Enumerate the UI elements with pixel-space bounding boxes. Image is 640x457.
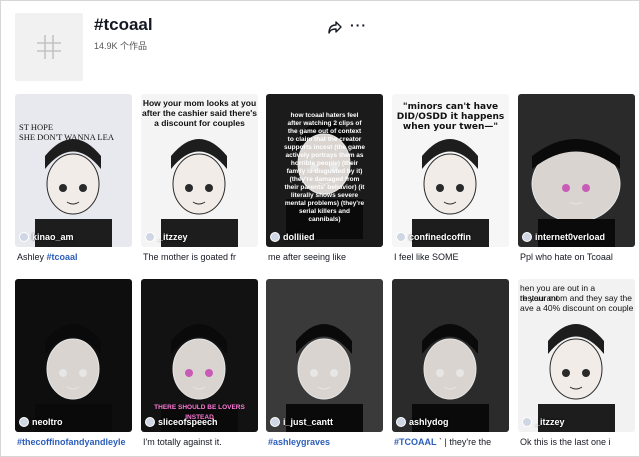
video-thumbnail[interactable]: i_just_cantt <box>266 279 383 432</box>
video-description[interactable]: Ashley #tcoaal <box>17 252 132 262</box>
author-name: confinedcoffin <box>409 232 471 242</box>
share-icon[interactable] <box>327 19 343 35</box>
thumbnail-caption: a discount for couples <box>154 118 245 128</box>
video-thumbnail[interactable]: "minors can't have DID/OSDD it happens whe… <box>392 94 509 247</box>
thumbnail-artwork <box>531 139 621 247</box>
thumbnail-caption: supports incest (the game <box>284 144 365 151</box>
video-description[interactable]: Ok this is the last one i <box>520 437 635 447</box>
video-description[interactable]: The mother is goated fr <box>143 252 258 262</box>
video-thumbnail[interactable]: internet0verload <box>518 94 635 247</box>
video-thumbnail[interactable]: THERE SHOULD BE LOVERS INSTEAD sliceofspe… <box>141 279 258 432</box>
hashtag-header: #tcoaal 14.9K 个作品 ··· <box>15 13 627 83</box>
description-text: Ok this is the last one i <box>520 437 611 447</box>
page-frame: #tcoaal 14.9K 个作品 ··· ST HOPE SHE DON'T W… <box>0 0 640 457</box>
author-name: kinao_am <box>32 232 74 242</box>
thumbnail-caption: the game out of context <box>287 128 362 135</box>
author-tag[interactable]: kinao_am <box>19 232 74 242</box>
thumbnail-caption: mental problems) (they're <box>284 200 365 207</box>
thumbnail-caption: literally shows severe <box>290 192 359 199</box>
thumbnail-caption: how tcoaal haters feel <box>290 112 359 119</box>
author-tag[interactable]: internet0verload <box>522 232 605 242</box>
video-thumbnail[interactable]: hen you are out in a restaurant th your m… <box>518 279 635 432</box>
author-avatar <box>522 232 532 242</box>
author-name: sliceofspeech <box>158 417 218 427</box>
hashtag-link[interactable]: #ashleygraves <box>268 437 330 447</box>
thumbnail-caption: family is disgusted by it) <box>286 168 363 175</box>
author-avatar <box>270 417 280 427</box>
description-text: Ashley <box>17 252 47 262</box>
author-avatar <box>19 417 29 427</box>
hashtag-avatar <box>15 13 83 81</box>
author-avatar <box>396 417 406 427</box>
thumbnail-caption: (they're damaged from <box>289 176 360 183</box>
author-name: _itzzey <box>535 417 565 427</box>
video-thumbnail[interactable]: How your mom looks at you after the cashi… <box>141 94 258 247</box>
thumbnail-caption: to claim that the creator <box>287 136 362 143</box>
description-text: me after seeing like <box>268 252 347 262</box>
thumbnail-artwork <box>286 324 363 432</box>
hashtag-link[interactable]: #tcoaal <box>47 252 78 262</box>
author-avatar <box>19 232 29 242</box>
author-tag[interactable]: _itzzey <box>145 232 188 242</box>
thumbnail-caption: after watching 2 clips of <box>287 120 362 127</box>
author-name: internet0verload <box>535 232 606 242</box>
video-thumbnail[interactable]: ashlydog <box>392 279 509 432</box>
hashtag-icon <box>37 35 61 59</box>
thumbnail-caption: ST HOPE <box>19 122 54 132</box>
author-avatar <box>522 417 532 427</box>
author-avatar <box>145 232 155 242</box>
thumbnail-artwork <box>35 324 112 432</box>
thumbnail-artwork <box>412 324 489 432</box>
thumbnail-caption: DID/OSDD it happens <box>396 112 505 122</box>
description-text: Ppl who hate on Tcoaal <box>520 252 613 262</box>
video-count: 14.9K 个作品 <box>94 41 148 51</box>
video-description[interactable]: I'm totally against it. <box>143 437 258 447</box>
video-description[interactable]: I feel like SOME <box>394 252 509 262</box>
description-text: I'm totally against it. <box>143 437 222 447</box>
video-thumbnail[interactable]: how tcoaal haters feel after watching 2 c… <box>266 94 383 247</box>
thumbnail-caption: "minors can't have <box>402 102 499 112</box>
page-title: #tcoaal <box>94 15 153 34</box>
description-text: ` | they're the <box>436 437 492 447</box>
thumbnail-caption: ave a 40% discount on couple <box>520 303 634 313</box>
author-name: _itzzey <box>158 232 188 242</box>
author-tag[interactable]: i_just_cantt <box>270 417 333 427</box>
hashtag-link[interactable]: #TCOAAL <box>394 437 437 447</box>
description-text: The mother is goated fr <box>143 252 237 262</box>
thumbnail-caption: serial killers and <box>299 208 350 215</box>
author-avatar <box>145 417 155 427</box>
thumbnail-caption: actively portrays them as <box>285 152 364 159</box>
thumbnail-caption: horrible people) (their <box>290 160 359 167</box>
thumbnail-caption: their parents' behavior) (it <box>284 184 365 191</box>
thumbnail-caption: How your mom looks at you <box>142 98 257 108</box>
author-tag[interactable]: ashlydog <box>396 417 449 427</box>
thumbnail-artwork <box>35 139 112 247</box>
thumbnail-caption: after the cashier said there's <box>142 108 257 118</box>
author-tag[interactable]: neoltro <box>19 417 63 427</box>
author-avatar <box>396 232 406 242</box>
author-name: ashlydog <box>409 417 449 427</box>
description-text: I feel like SOME <box>394 252 459 262</box>
hashtag-link[interactable]: #thecoffinofandyandleyle <box>17 437 126 447</box>
thumbnail-caption: cannibals) <box>308 216 341 223</box>
video-description[interactable]: #ashleygraves <box>268 437 383 447</box>
thumbnail-caption: th your mom and they say the <box>520 293 632 303</box>
author-tag[interactable]: confinedcoffin <box>396 232 471 242</box>
thumbnail-caption: when your twen—" <box>402 122 499 132</box>
author-avatar <box>270 232 280 242</box>
video-description[interactable]: #thecoffinofandyandleyle <box>17 437 132 447</box>
author-name: neoltro <box>32 417 63 427</box>
author-tag[interactable]: _itzzey <box>522 417 565 427</box>
video-description[interactable]: me after seeing like <box>268 252 383 262</box>
thumbnail-caption: SHE DON'T WANNA LEA <box>19 132 114 142</box>
video-thumbnail[interactable]: neoltro <box>15 279 132 432</box>
video-description[interactable]: Ppl who hate on Tcoaal <box>520 252 635 262</box>
video-thumbnail[interactable]: ST HOPE SHE DON'T WANNA LEA kinao_am <box>15 94 132 247</box>
author-tag[interactable]: sliceofspeech <box>145 417 218 427</box>
author-name: i_just_cantt <box>283 417 334 427</box>
more-icon[interactable]: ··· <box>350 17 367 33</box>
author-name: dolliied <box>283 232 315 242</box>
author-tag[interactable]: dolliied <box>270 232 315 242</box>
video-description[interactable]: #TCOAAL ` | they're the <box>394 437 509 447</box>
